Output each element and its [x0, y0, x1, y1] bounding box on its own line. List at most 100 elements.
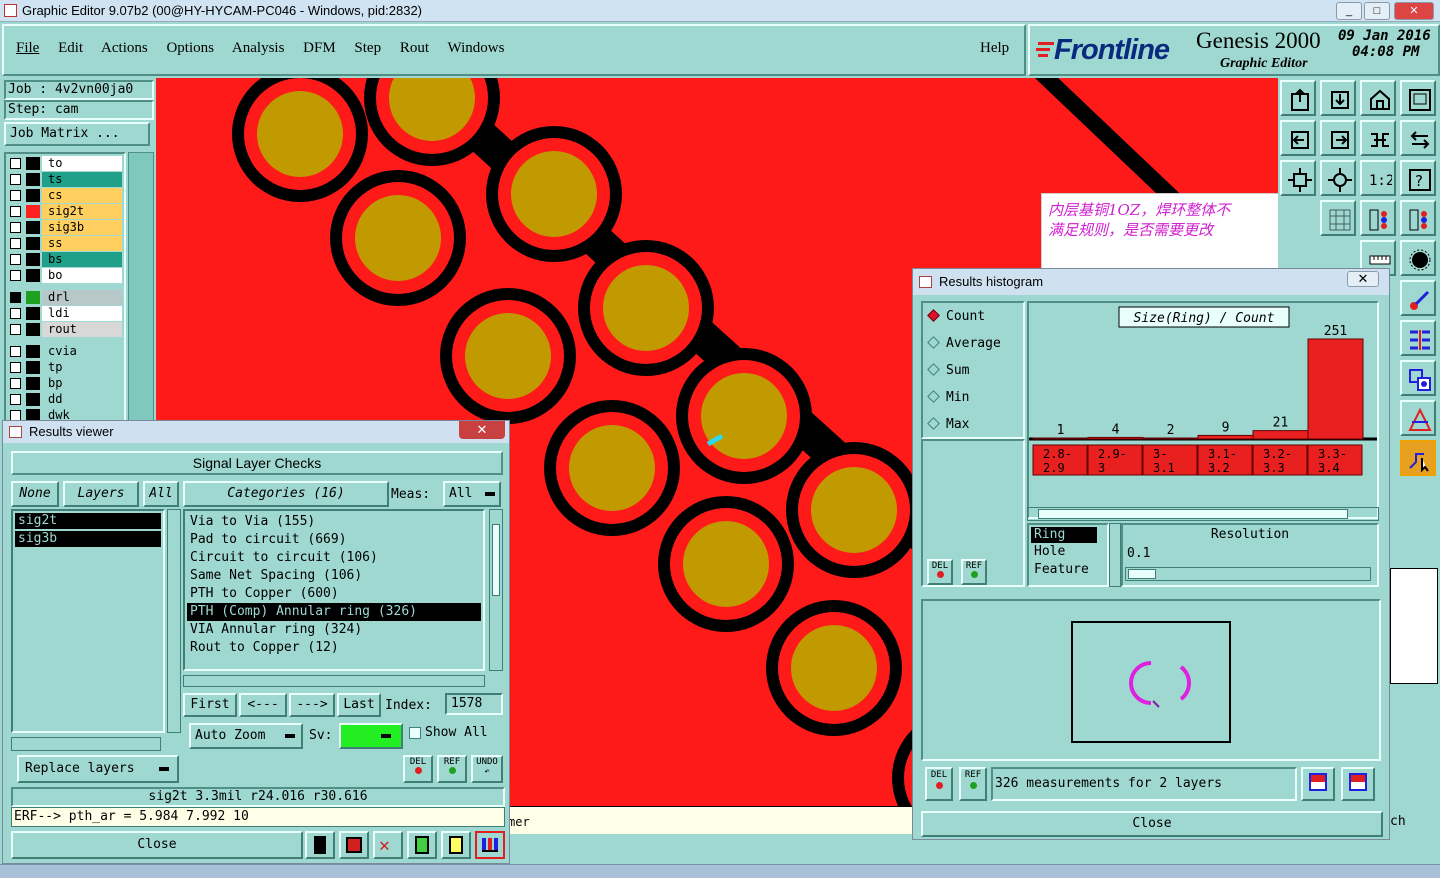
- layer-result-item[interactable]: sig2t: [15, 513, 161, 529]
- histogram-bar[interactable]: [1197, 434, 1254, 440]
- layer-name[interactable]: rout: [42, 322, 122, 337]
- layers-button[interactable]: Layers: [63, 481, 139, 507]
- layer-name[interactable]: bp: [42, 376, 122, 391]
- window-fit-icon[interactable]: [1400, 80, 1436, 116]
- histogram-close-button[interactable]: Close: [921, 811, 1383, 837]
- histogram-bar[interactable]: [1032, 437, 1089, 440]
- menu-step[interactable]: Step: [354, 40, 381, 56]
- icon-button-6[interactable]: [475, 831, 505, 859]
- layer-checkbox[interactable]: [10, 394, 21, 405]
- histogram-close-icon[interactable]: ✕: [1347, 271, 1379, 287]
- layer-row-ss[interactable]: ss: [8, 236, 124, 251]
- first-button[interactable]: First: [183, 693, 237, 717]
- layer-row-cs[interactable]: cs: [8, 188, 124, 203]
- mode-radio-max[interactable]: Max: [927, 417, 969, 432]
- mode-radio-count[interactable]: Count: [927, 309, 985, 324]
- histogram-bar[interactable]: [1142, 437, 1199, 440]
- layer-name[interactable]: sig2t: [42, 204, 122, 219]
- all-button[interactable]: All: [143, 481, 179, 507]
- category-item[interactable]: Rout to Copper (12): [187, 639, 481, 657]
- replace-layers-dropdown[interactable]: Replace layers: [17, 755, 179, 783]
- layer-checkbox[interactable]: [10, 158, 21, 169]
- menu-actions[interactable]: Actions: [101, 40, 148, 56]
- histogram-bar[interactable]: [1087, 436, 1144, 440]
- layer-checkbox[interactable]: [10, 254, 21, 265]
- histogram-export-button-2[interactable]: [1341, 767, 1375, 801]
- layer-row-bo[interactable]: bo: [8, 268, 124, 283]
- histogram-export-button[interactable]: [1301, 767, 1335, 801]
- layer-name[interactable]: bo: [42, 268, 122, 283]
- layer-row-ldi[interactable]: ldi: [8, 306, 124, 321]
- layer-name[interactable]: ts: [42, 172, 122, 187]
- layer-checkbox[interactable]: [10, 206, 21, 217]
- layer-select-icon[interactable]: [1360, 200, 1396, 236]
- attr-item-hole[interactable]: Hole: [1031, 543, 1105, 561]
- menu-rout[interactable]: Rout: [400, 40, 429, 56]
- histogram-bar[interactable]: [1307, 338, 1364, 440]
- layer-color-swatch[interactable]: [26, 173, 40, 186]
- attr-list-scrollbar[interactable]: [1109, 523, 1121, 587]
- menu-options[interactable]: Options: [166, 40, 214, 56]
- undo-button[interactable]: UNDO ↶: [471, 755, 503, 783]
- icon-button-4[interactable]: [407, 831, 437, 859]
- menu-dfm[interactable]: DFM: [303, 40, 336, 56]
- category-item[interactable]: Pad to circuit (669): [187, 531, 481, 549]
- layer-color-swatch[interactable]: [26, 189, 40, 202]
- scale-1-2-icon[interactable]: 1:2: [1360, 160, 1396, 196]
- layer-row-ts[interactable]: ts: [8, 172, 124, 187]
- help-query-icon[interactable]: ?: [1400, 160, 1436, 196]
- results-viewer-close-button[interactable]: Close: [11, 831, 303, 859]
- copy-feature-icon[interactable]: [1400, 360, 1436, 396]
- layer-checkbox[interactable]: [10, 308, 21, 319]
- layer-select-alt-icon[interactable]: [1400, 200, 1436, 236]
- menu-edit[interactable]: Edit: [58, 40, 83, 56]
- layer-color-swatch[interactable]: [26, 205, 40, 218]
- layer-color-swatch[interactable]: [26, 269, 40, 282]
- histogram-ref-button[interactable]: REF: [961, 559, 987, 585]
- layer-checkbox[interactable]: [10, 362, 21, 373]
- prev-button[interactable]: <---: [239, 693, 287, 717]
- layer-row-sig3b[interactable]: sig3b: [8, 220, 124, 235]
- next-button[interactable]: --->: [289, 693, 335, 717]
- layer-checkbox[interactable]: [10, 174, 21, 185]
- zoom-center-icon[interactable]: [1320, 160, 1356, 196]
- layer-name[interactable]: cs: [42, 188, 122, 203]
- meas-dropdown[interactable]: All: [443, 481, 501, 507]
- category-item[interactable]: Via to Via (155): [187, 513, 481, 531]
- ref-button[interactable]: REF: [437, 755, 467, 783]
- histogram-del-button-2[interactable]: DEL: [925, 767, 953, 801]
- mode-radio-sum[interactable]: Sum: [927, 363, 969, 378]
- home-icon[interactable]: [1360, 80, 1396, 116]
- layer-color-swatch[interactable]: [26, 377, 40, 390]
- layer-name[interactable]: tp: [42, 360, 122, 375]
- resolution-slider-thumb[interactable]: [1128, 569, 1156, 579]
- layer-row-to[interactable]: to: [8, 156, 124, 171]
- show-all-checkbox[interactable]: [409, 727, 421, 739]
- resolution-slider[interactable]: [1125, 567, 1371, 581]
- mode-radio-average[interactable]: Average: [927, 336, 1001, 351]
- layer-color-swatch[interactable]: [26, 393, 40, 406]
- histogram-del-button[interactable]: DEL: [927, 559, 953, 585]
- grid-icon[interactable]: [1320, 200, 1356, 236]
- layer-color-swatch[interactable]: [26, 221, 40, 234]
- layer-color-swatch[interactable]: [26, 361, 40, 374]
- layer-row-bs[interactable]: bs: [8, 252, 124, 267]
- close-window-button[interactable]: ✕: [1394, 2, 1434, 20]
- layer-row-tp[interactable]: tp: [8, 360, 124, 375]
- attr-item-ring[interactable]: Ring: [1031, 527, 1097, 543]
- layer-row-cvia[interactable]: cvia: [8, 344, 124, 359]
- snap-icon[interactable]: [1400, 120, 1436, 156]
- mode-radio-min[interactable]: Min: [927, 390, 969, 405]
- category-item[interactable]: VIA Annular ring (324): [187, 621, 481, 639]
- layer-checkbox[interactable]: [10, 346, 21, 357]
- layer-list-vscroll[interactable]: [167, 509, 181, 733]
- layer-checkbox[interactable]: [10, 190, 21, 201]
- histogram-hscroll[interactable]: [1027, 507, 1379, 521]
- layer-checkbox[interactable]: [10, 324, 21, 335]
- category-item[interactable]: PTH to Copper (600): [187, 585, 481, 603]
- maximize-button[interactable]: □: [1364, 2, 1390, 20]
- step-cursor-icon[interactable]: [1400, 440, 1436, 476]
- layer-row-drl[interactable]: drl: [8, 290, 124, 305]
- layer-checkbox[interactable]: [10, 270, 21, 281]
- histogram-ref-button-2[interactable]: REF: [959, 767, 987, 801]
